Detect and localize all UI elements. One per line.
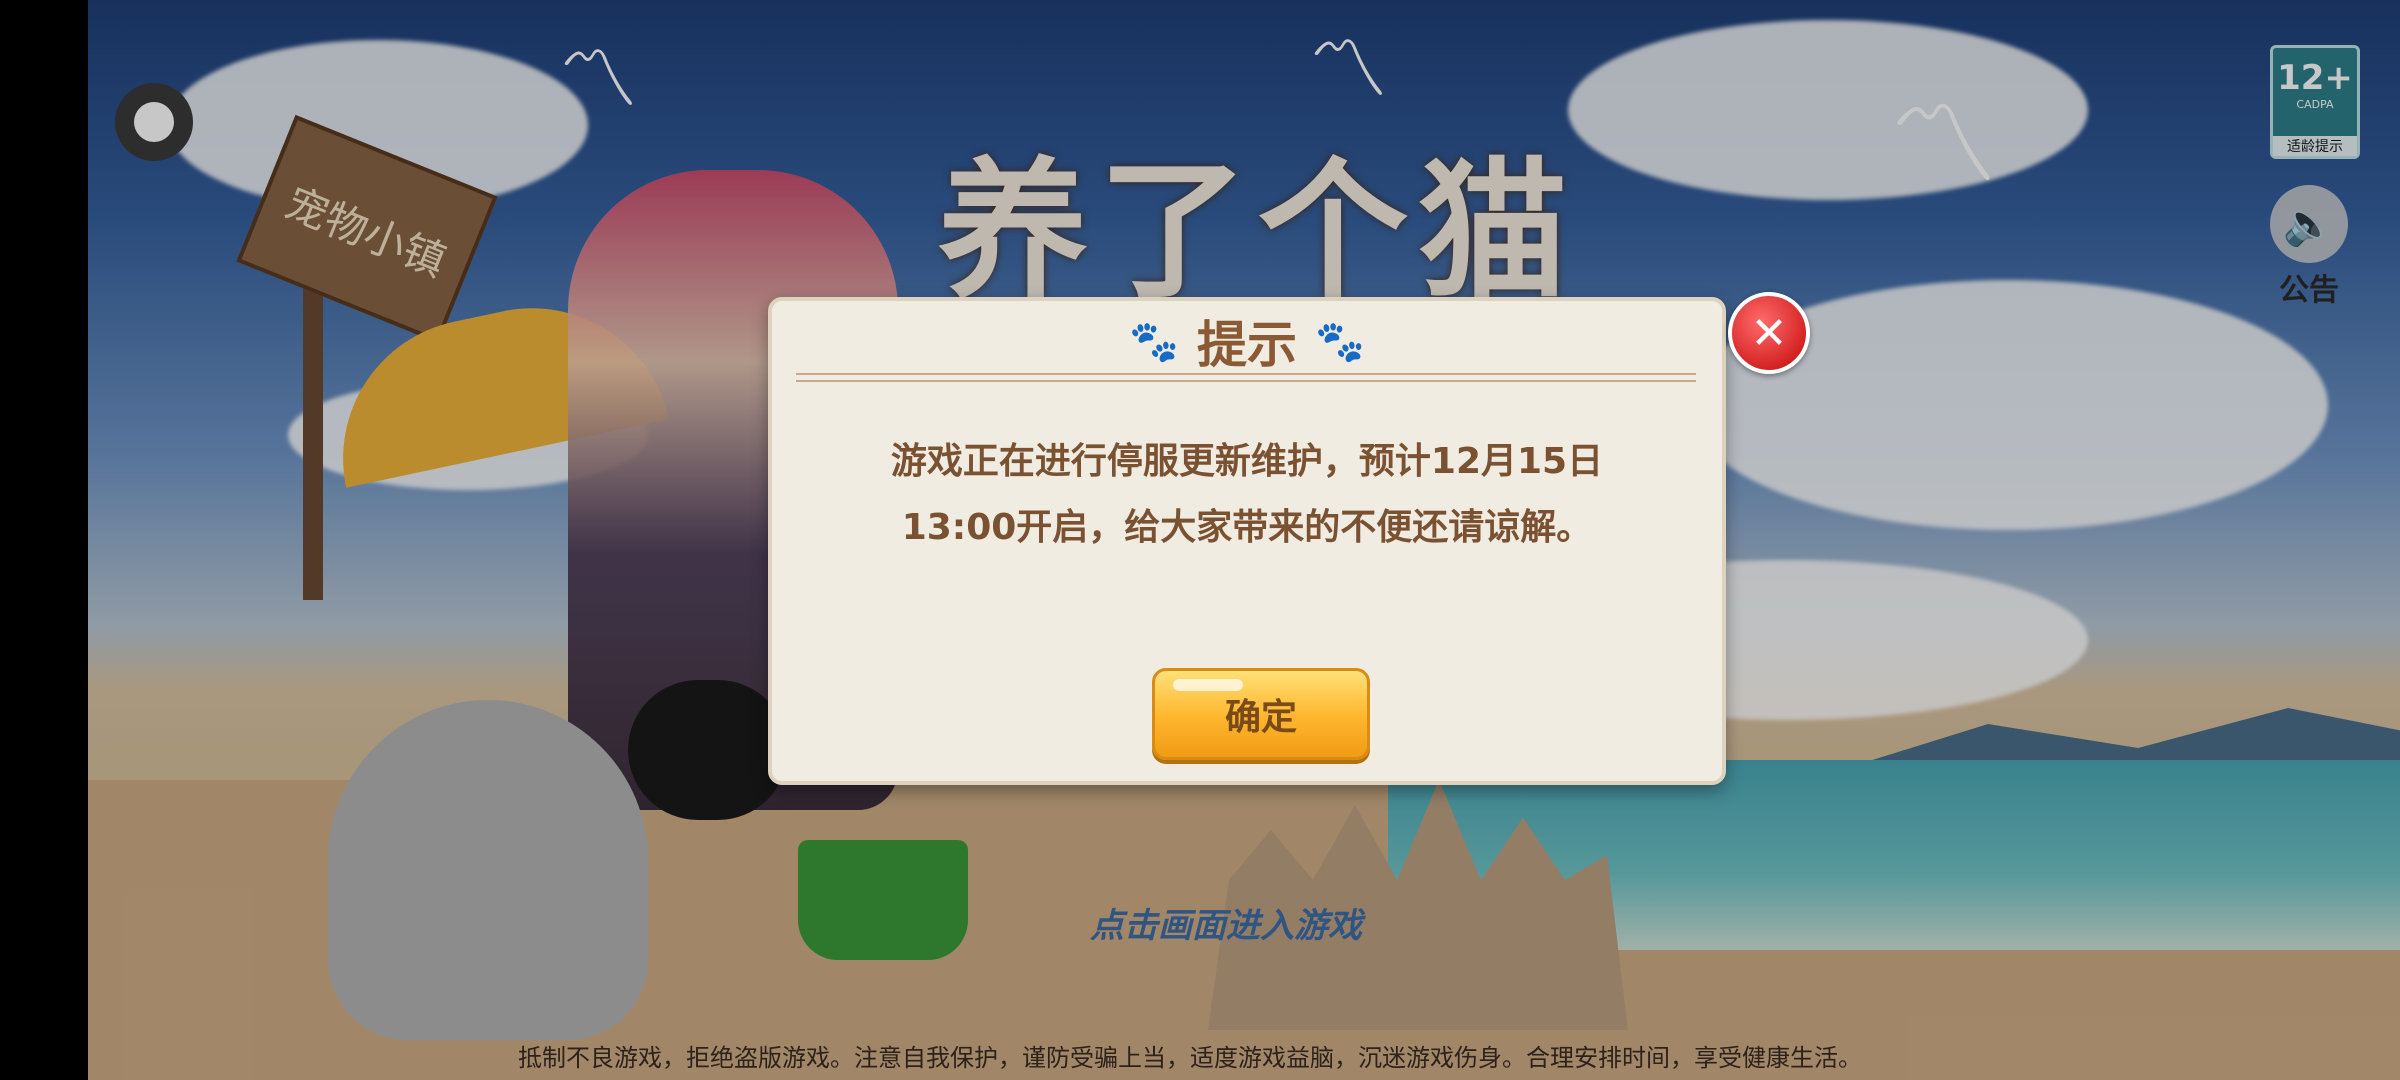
dialog-message: 游戏正在进行停服更新维护，预计12月15日13:00开启，给大家带来的不便还请谅… bbox=[890, 441, 1604, 548]
close-icon[interactable]: ✕ bbox=[1728, 292, 1810, 374]
paw-icon: 🐾 bbox=[1129, 318, 1179, 365]
dialog-title: 提示 bbox=[1197, 316, 1297, 374]
paw-icon: 🐾 bbox=[1315, 318, 1365, 365]
dialog-header: 🐾 提示 🐾 bbox=[772, 301, 1722, 381]
button-shine bbox=[1173, 679, 1243, 691]
maintenance-dialog: 🐾 提示 🐾 游戏正在进行停服更新维护，预计12月15日13:00开启，给大家带… bbox=[768, 297, 1726, 785]
dialog-divider bbox=[796, 373, 1696, 382]
confirm-button-label: 确定 bbox=[1224, 697, 1297, 738]
confirm-button[interactable]: 确定 bbox=[1152, 668, 1370, 760]
